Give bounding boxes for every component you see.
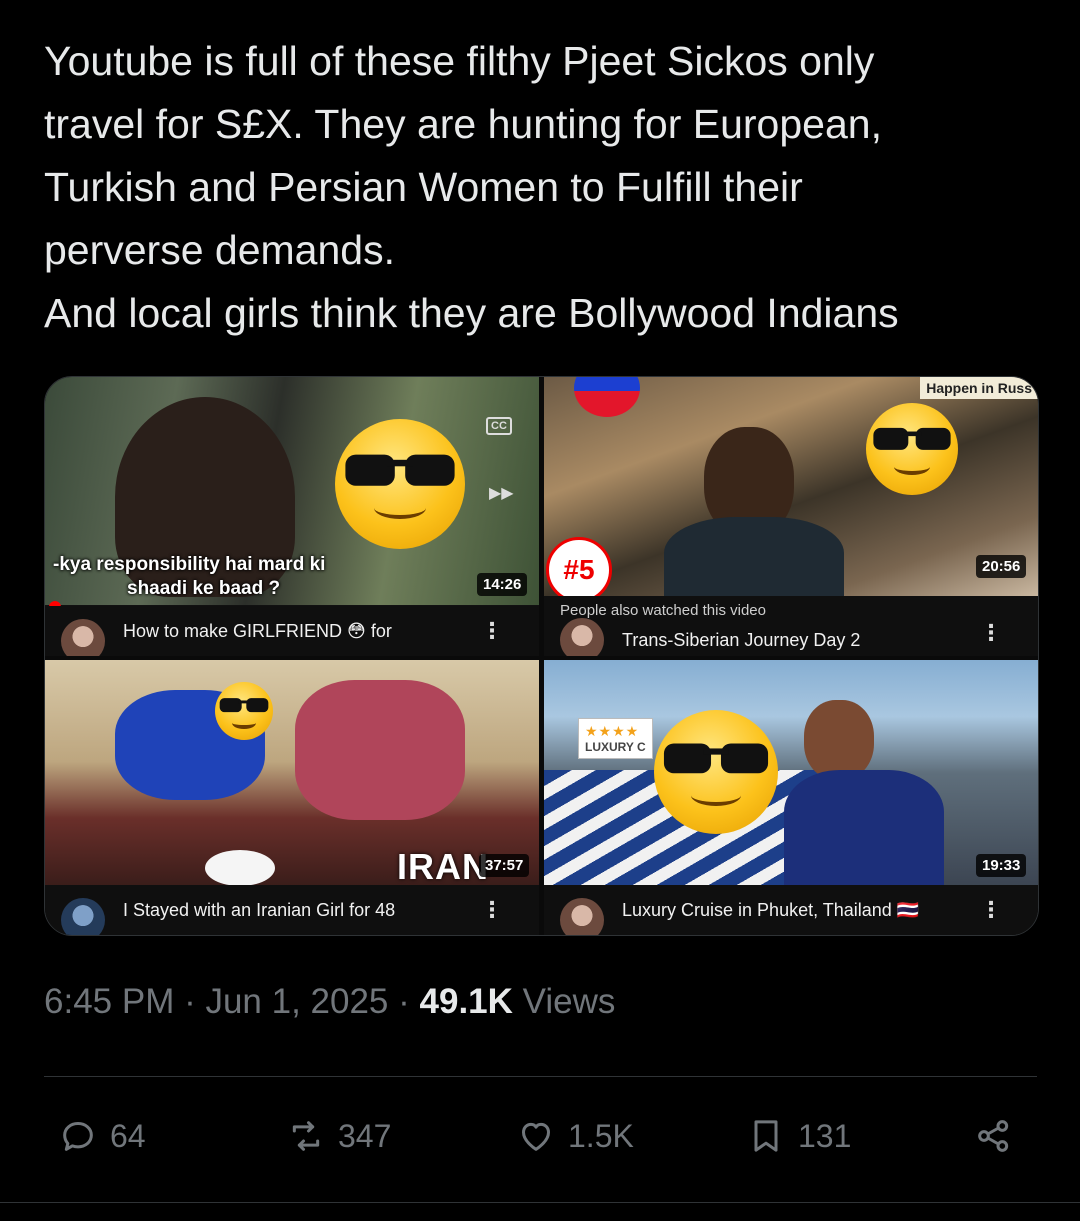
stars-rating: ★★★★ (585, 723, 640, 739)
sunglasses-emoji-icon (335, 419, 465, 549)
video-duration: 37:57 (479, 854, 530, 877)
luxury-tag-text: LUXURY C (585, 740, 646, 754)
person-head (804, 700, 874, 780)
more-options-icon[interactable]: ⋮ (481, 897, 503, 923)
caption-line: -kya responsibility hai mard ki (53, 554, 326, 575)
closed-captions-icon[interactable]: CC (486, 417, 512, 435)
repost-button[interactable]: 347 (286, 1116, 391, 1156)
tweet-timestamp: 6:45 PM · Jun 1, 2025 · 49.1K Views (44, 982, 615, 1022)
tweet-text-line: Youtube is full of these filthy Pjeet Si… (44, 38, 875, 84)
reply-button[interactable]: 64 (58, 1116, 146, 1156)
luxury-tag: ★★★★ LUXURY C (578, 718, 653, 759)
tweet-text-line: And local girls think they are Bollywood… (44, 290, 899, 336)
video-title: Luxury Cruise in Phuket, Thailand 🇹🇭 (622, 899, 920, 920)
repost-icon (292, 1121, 320, 1151)
channel-avatar (61, 619, 105, 656)
tweet-text-line: Turkish and Persian Women to Fulfill the… (44, 164, 803, 210)
flag-icon (574, 377, 640, 417)
video-meta-row: I Stayed with an Iranian Girl for 48 ⋮ (45, 885, 539, 935)
plate (205, 850, 275, 886)
share-button[interactable] (974, 1116, 1026, 1156)
share-icon (978, 1120, 1009, 1152)
views-count[interactable]: 49.1K (420, 982, 513, 1021)
video-meta-row: People also watched this video Trans-Sib… (544, 596, 1038, 656)
reply-count: 64 (110, 1117, 146, 1154)
media-grid[interactable]: CC ▶▶ -kya responsibility hai mard ki sh… (44, 376, 1039, 936)
person-shirt (784, 770, 944, 890)
views-label: Views (512, 982, 616, 1021)
media-image-3[interactable]: IRAN 37:57 I Stayed with an Iranian Girl… (45, 660, 539, 935)
video-title: Trans-Siberian Journey Day 2 (622, 629, 861, 650)
more-options-icon[interactable]: ⋮ (980, 897, 1002, 923)
reply-icon (63, 1122, 93, 1151)
video-title: I Stayed with an Iranian Girl for 48 (123, 899, 396, 920)
tweet-text: Youtube is full of these filthy Pjeet Si… (44, 30, 1044, 345)
channel-avatar (560, 618, 604, 656)
video-duration: 14:26 (477, 573, 528, 596)
channel-avatar (560, 898, 604, 935)
sunglasses-emoji-icon (215, 682, 273, 740)
action-bar: 64 347 1.5K 131 (0, 1110, 1080, 1170)
video-meta-row: Luxury Cruise in Phuket, Thailand 🇹🇭 ⋮ (544, 885, 1038, 935)
iran-overlay-text: IRAN (397, 846, 489, 887)
also-watched-label: People also watched this video (560, 602, 766, 619)
channel-avatar (61, 898, 105, 935)
like-icon (522, 1122, 550, 1151)
like-count: 1.5K (568, 1117, 634, 1154)
separator: · (388, 982, 420, 1021)
sunglasses-emoji-icon (866, 403, 958, 495)
like-button[interactable]: 1.5K (516, 1116, 634, 1156)
video-thumbnail: CC ▶▶ -kya responsibility hai mard ki sh… (45, 377, 539, 605)
more-options-icon[interactable]: ⋮ (481, 618, 503, 644)
video-thumbnail: IRAN 37:57 (45, 660, 539, 887)
media-image-4[interactable]: ★★★★ LUXURY C 19:33 Luxury Cruise in Phu… (544, 660, 1038, 935)
more-options-icon[interactable]: ⋮ (980, 620, 1002, 646)
fast-forward-icon[interactable]: ▶▶ (489, 483, 514, 503)
separator: · (174, 982, 206, 1021)
video-title: How to make GIRLFRIEND 😳 for (123, 620, 392, 641)
person-shirt (295, 680, 465, 820)
video-meta-row: How to make GIRLFRIEND 😳 for ⋮ (45, 606, 539, 656)
divider (44, 1076, 1037, 1077)
repost-count: 347 (338, 1117, 392, 1154)
bookmark-count: 131 (798, 1117, 852, 1154)
video-duration: 20:56 (976, 555, 1027, 578)
caption-line: shaadi ke baad ? (127, 578, 281, 599)
rank-badge: #5 (546, 537, 612, 603)
bookmark-icon (754, 1120, 778, 1152)
video-banner: Happen in Russ (920, 377, 1038, 399)
video-thumbnail: Happen in Russ #5 20:56 (544, 377, 1038, 607)
person-body (664, 517, 844, 607)
tweet-text-line: perverse demands. (44, 227, 395, 273)
bookmark-button[interactable]: 131 (746, 1116, 851, 1156)
tweet-text-line: travel for S£X. They are hunting for Eur… (44, 101, 882, 147)
media-image-1[interactable]: CC ▶▶ -kya responsibility hai mard ki sh… (45, 377, 539, 656)
sunglasses-emoji-icon (654, 710, 778, 834)
tweet-time[interactable]: 6:45 PM (44, 982, 174, 1021)
tweet-date[interactable]: Jun 1, 2025 (205, 982, 388, 1021)
divider (0, 1202, 1080, 1203)
media-image-2[interactable]: Happen in Russ #5 20:56 People also watc… (544, 377, 1038, 656)
video-duration: 19:33 (976, 854, 1027, 877)
video-caption: -kya responsibility hai mard ki shaadi k… (53, 553, 325, 601)
video-thumbnail: ★★★★ LUXURY C 19:33 (544, 660, 1038, 890)
